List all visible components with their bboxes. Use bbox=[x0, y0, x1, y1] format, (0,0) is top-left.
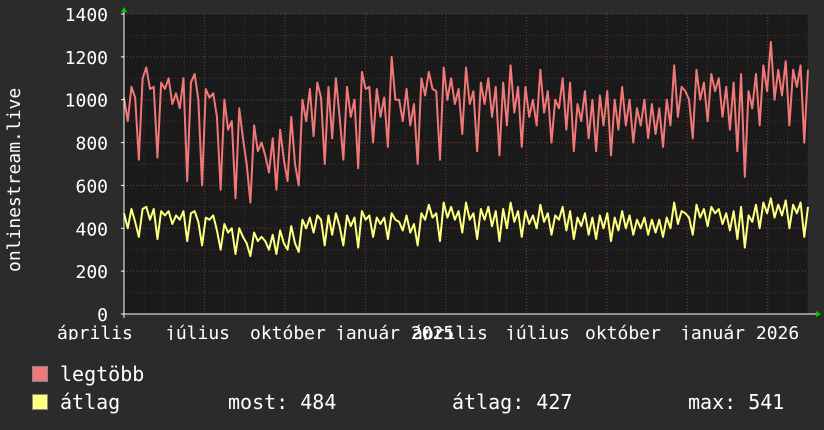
x-axis-arrow bbox=[816, 311, 821, 317]
chart-window: 0 200 400 600 800 1000 1200 1400 április július o… bbox=[0, 0, 824, 430]
stat-max: max: 541 bbox=[688, 390, 785, 414]
y-tick-label: 1200 bbox=[65, 48, 108, 69]
y-axis-arrow bbox=[121, 7, 127, 12]
y-tick-label: 600 bbox=[75, 176, 108, 197]
legend-label: átlag bbox=[60, 390, 121, 414]
legend-swatch bbox=[32, 394, 48, 410]
y-axis-label: onlinestream.live bbox=[4, 88, 25, 272]
y-tick-label: 200 bbox=[75, 262, 108, 283]
legend-swatch bbox=[32, 366, 48, 382]
y-tick-label: 400 bbox=[75, 219, 108, 240]
legend-label: legtöbb bbox=[60, 362, 145, 386]
y-tick-labels: 0200400600800100012001400 bbox=[65, 5, 124, 326]
stat-average: átlag: 427 bbox=[452, 390, 573, 414]
x-tick-label: április bbox=[412, 323, 488, 340]
x-tick-label: július bbox=[165, 323, 230, 340]
x-tick-label: január 2026 bbox=[680, 323, 799, 340]
legend-item-max-series: legtöbb bbox=[32, 362, 144, 386]
rrd-chart: 0200400600800100012001400 április július o… bbox=[4, 5, 821, 340]
x-tick-label: október bbox=[250, 323, 326, 340]
stat-current: most: 484 bbox=[228, 390, 337, 414]
legend-item-avg-series: átlag most: 484 átlag: 427 max: 541 bbox=[32, 390, 812, 414]
x-tick-label: október bbox=[585, 323, 661, 340]
x-tick-label: április bbox=[57, 323, 133, 340]
x-tick-label: július bbox=[505, 323, 570, 340]
y-tick-label: 800 bbox=[75, 134, 108, 155]
x-tick-labels: április július október január 2025április jú… bbox=[57, 323, 799, 340]
y-tick-label: 1400 bbox=[65, 5, 108, 26]
y-tick-label: 1000 bbox=[65, 91, 108, 112]
